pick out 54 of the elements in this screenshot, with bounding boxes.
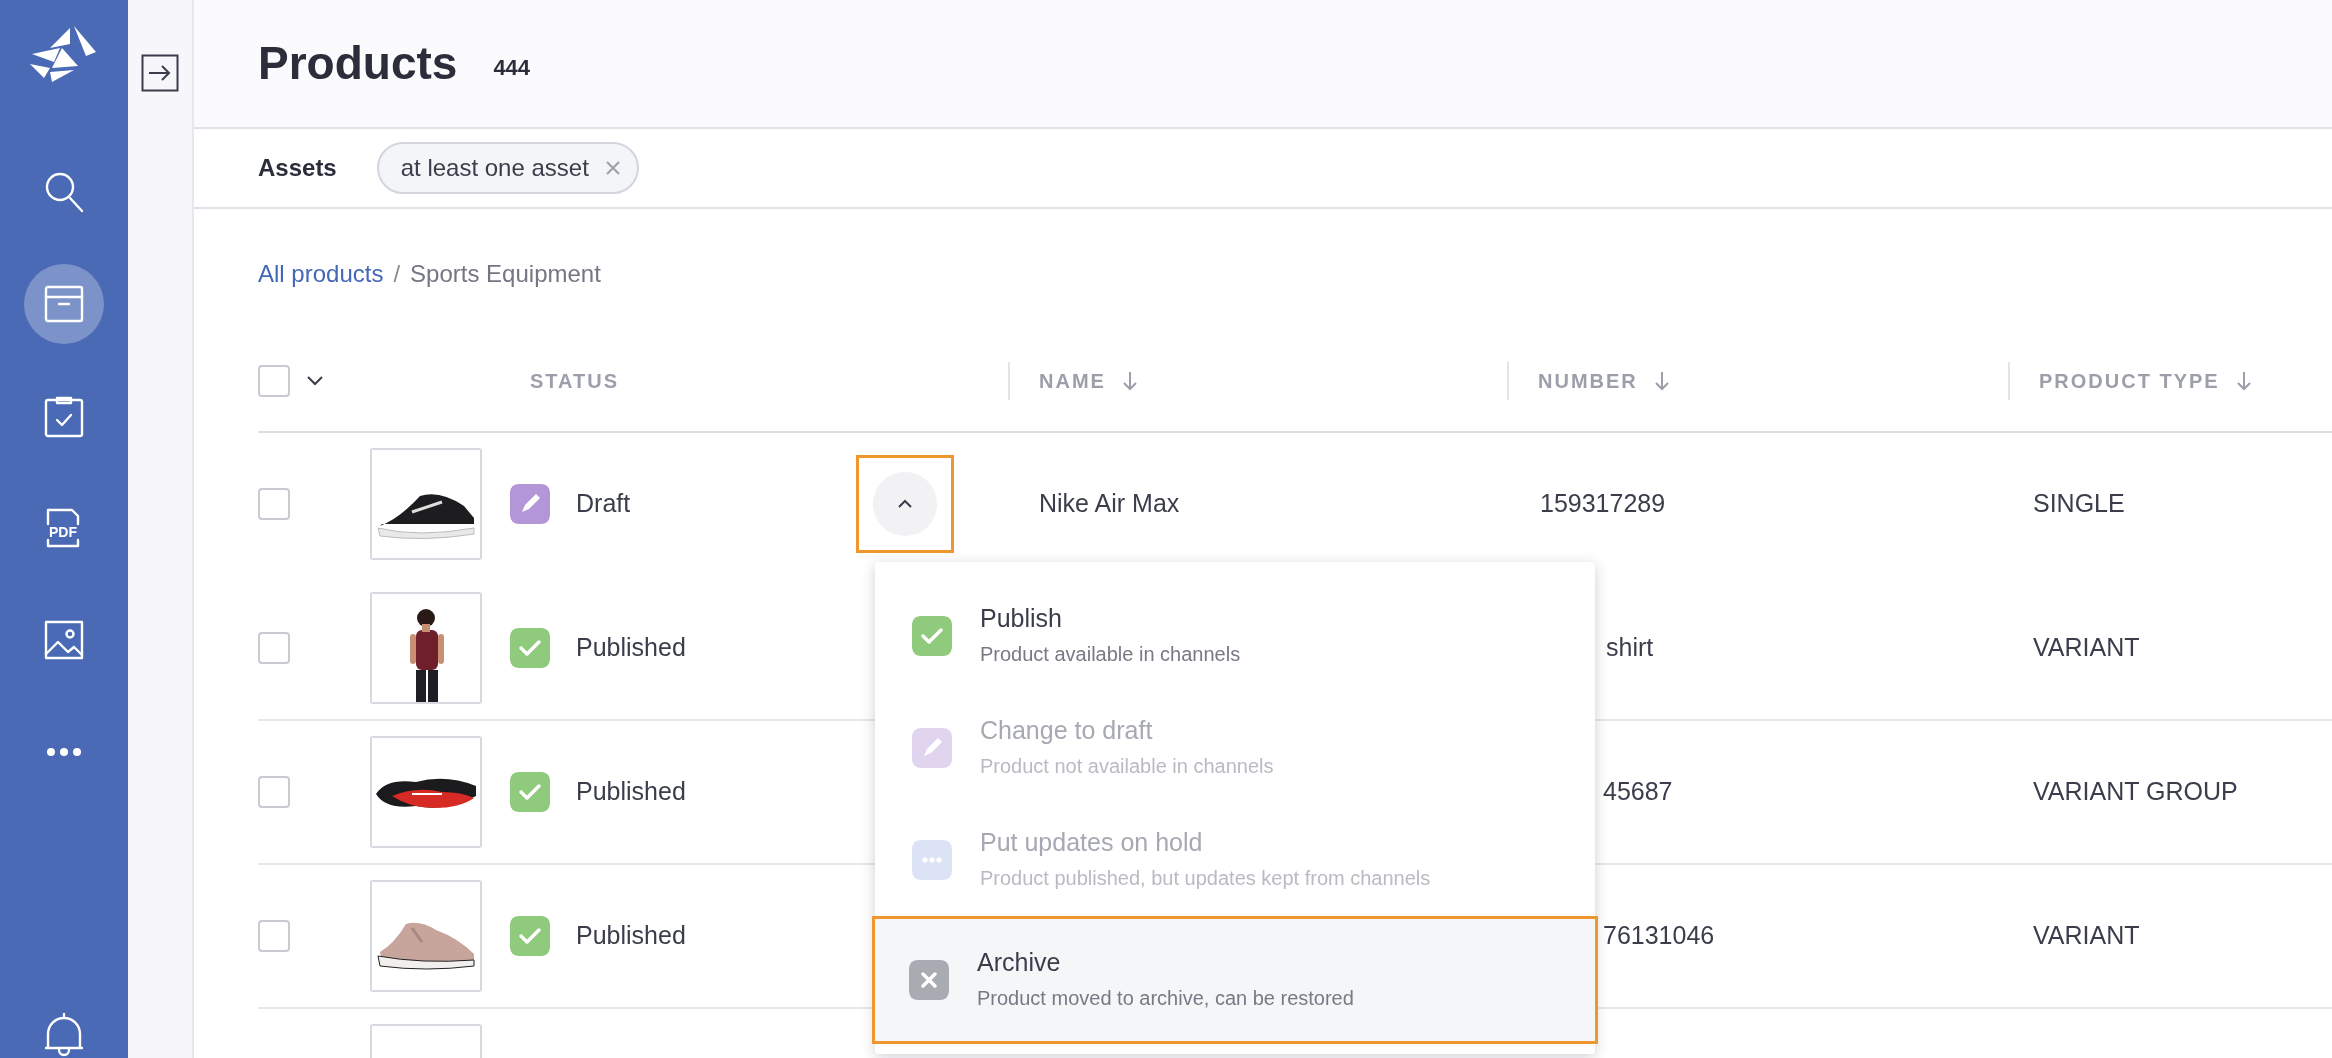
row-checkbox[interactable] <box>258 920 290 952</box>
chevron-up-icon <box>897 499 913 509</box>
status-label: Published <box>576 776 686 808</box>
breadcrumb-current: Sports Equipment <box>410 259 601 289</box>
menu-item-description: Product moved to archive, can be restored <box>977 986 1354 1011</box>
menu-item-description: Product not available in channels <box>980 754 1274 779</box>
image-icon[interactable] <box>44 620 84 660</box>
product-count: 444 <box>493 54 531 82</box>
column-header[interactable]: STATUS <box>530 366 620 396</box>
select-all-checkbox[interactable] <box>258 365 290 397</box>
page-title: Products <box>258 35 458 91</box>
menu-item-title: Put updates on hold <box>980 827 1204 857</box>
chevron-down-icon[interactable] <box>306 375 324 387</box>
column-header[interactable]: PRODUCT TYPE <box>2039 366 2220 396</box>
status-menu-button[interactable] <box>856 455 954 553</box>
close-icon[interactable] <box>604 160 621 176</box>
menu-item-title: Archive <box>977 947 1062 977</box>
column-header[interactable]: NAME <box>1039 366 1106 396</box>
expand-panel-icon[interactable] <box>141 54 179 92</box>
product-number: 159317289 <box>1540 488 1666 520</box>
product-type: VARIANT <box>2033 632 2140 664</box>
menu-item-title: Publish <box>980 603 1063 633</box>
status-menu-item[interactable]: Archive Product moved to archive, can be restored <box>872 916 1598 1044</box>
status-menu-item[interactable]: Publish Product available in channels <box>875 580 1595 692</box>
status-label: Published <box>576 632 686 664</box>
breadcrumb-separator: / <box>393 259 401 289</box>
row-checkbox[interactable] <box>258 488 290 520</box>
clipboard-icon[interactable] <box>44 394 84 438</box>
sort-arrow-icon[interactable] <box>1121 371 1138 391</box>
row-checkbox[interactable] <box>258 776 290 808</box>
product-name: Nike Air Max <box>1039 488 1180 520</box>
bell-icon[interactable] <box>44 1012 84 1058</box>
row-checkbox[interactable] <box>258 632 290 664</box>
menu-item-description: Product available in channels <box>980 642 1241 667</box>
more-icon[interactable] <box>46 747 82 757</box>
menu-item-description: Product published, but updates kept from channels <box>980 866 1431 891</box>
sort-arrow-icon[interactable] <box>1653 371 1670 391</box>
product-type: VARIANT GROUP <box>2033 776 2238 808</box>
menu-item-title: Change to draft <box>980 715 1154 745</box>
product-name: shirt <box>1606 632 1654 664</box>
status-label: Published <box>576 920 686 952</box>
sort-arrow-icon[interactable] <box>2235 371 2252 391</box>
search-icon[interactable] <box>44 171 84 213</box>
product-type: SINGLE <box>2033 488 2125 520</box>
product-type: VARIANT <box>2033 920 2140 952</box>
filter-chip[interactable]: at least one asset <box>376 142 639 194</box>
product-number: 45687 <box>1603 776 1673 808</box>
product-number: 76131046 <box>1603 920 1715 952</box>
column-header[interactable]: NUMBER <box>1538 366 1638 396</box>
filter-label: Assets <box>258 153 337 183</box>
logo-icon[interactable] <box>30 26 98 82</box>
box-icon[interactable] <box>44 285 84 323</box>
breadcrumb-link[interactable]: All products <box>258 256 384 292</box>
status-label: Draft <box>576 488 631 520</box>
